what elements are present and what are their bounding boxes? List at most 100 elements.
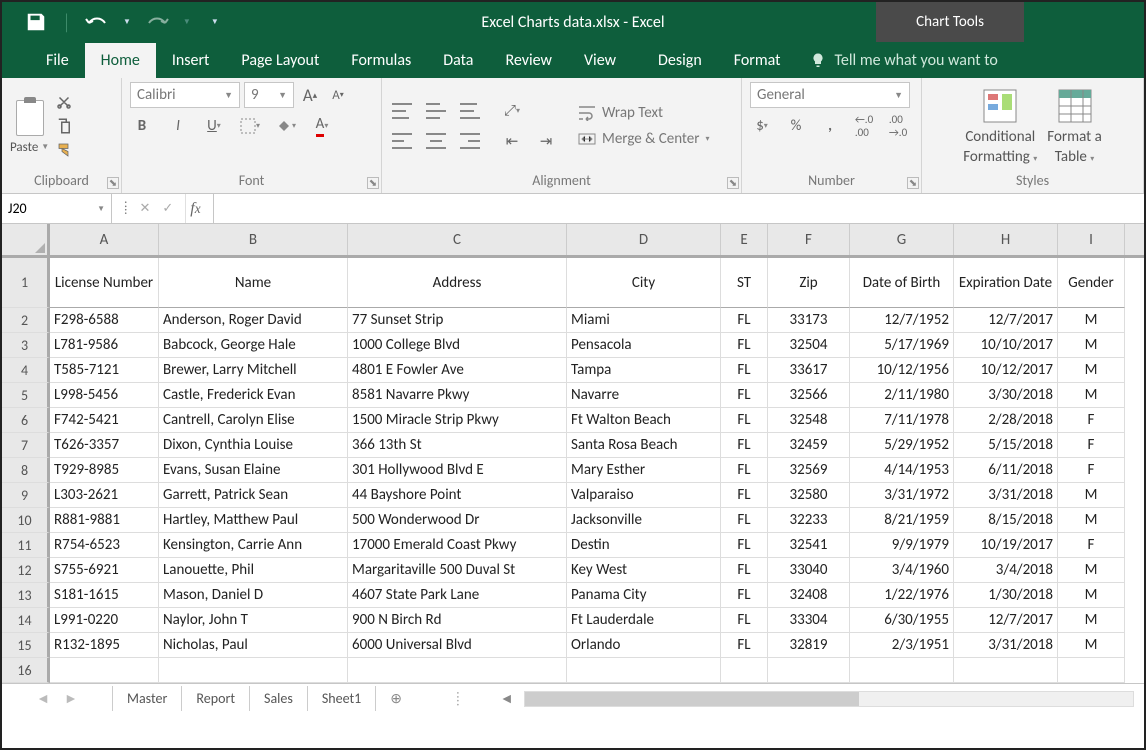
row-header[interactable]: 5	[2, 383, 50, 408]
cell[interactable]	[768, 658, 850, 683]
decrease-decimal-icon[interactable]: .00→.0	[886, 114, 910, 138]
cell[interactable]: L781-9586	[50, 333, 159, 358]
cell[interactable]: 32580	[768, 483, 850, 508]
number-dialog-launcher[interactable]: ⬊	[907, 177, 919, 189]
cell[interactable]: M	[1058, 483, 1125, 508]
hscroll-left-icon[interactable]: ◄	[500, 690, 514, 707]
header-cell[interactable]: Expiration Date	[954, 258, 1058, 308]
cell[interactable]: 10/10/2017	[954, 333, 1058, 358]
sheet-tab-master[interactable]: Master	[112, 686, 182, 711]
cell[interactable]: 900 N Birch Rd	[348, 608, 567, 633]
cell[interactable]: M	[1058, 508, 1125, 533]
cell[interactable]: 6/30/1955	[850, 608, 954, 633]
cancel-formula-icon[interactable]: ✕	[139, 201, 150, 216]
cell[interactable]: 3/4/1960	[850, 558, 954, 583]
cell[interactable]: Evans, Susan Elaine	[159, 458, 348, 483]
cell[interactable]: FL	[721, 483, 768, 508]
column-header-F[interactable]: F	[768, 224, 850, 255]
cell[interactable]: 77 Sunset Strip	[348, 308, 567, 333]
sheet-nav-next-icon[interactable]: ►	[64, 690, 78, 707]
cell[interactable]: Babcock, George Hale	[159, 333, 348, 358]
cell[interactable]: Pensacola	[567, 333, 721, 358]
cell[interactable]: Jacksonville	[567, 508, 721, 533]
row-header[interactable]: 1	[2, 258, 50, 308]
cell[interactable]: 32541	[768, 533, 850, 558]
increase-indent-icon[interactable]: ⇥	[534, 129, 558, 153]
cell[interactable]: S181-1615	[50, 583, 159, 608]
cell[interactable]: 1/30/2018	[954, 583, 1058, 608]
cell[interactable]: Hartley, Matthew Paul	[159, 508, 348, 533]
cell[interactable]: Dixon, Cynthia Louise	[159, 433, 348, 458]
cell[interactable]: Ft Lauderdale	[567, 608, 721, 633]
cell[interactable]: Kensington, Carrie Ann	[159, 533, 348, 558]
column-header-I[interactable]: I	[1058, 224, 1125, 255]
cell[interactable]: Mason, Daniel D	[159, 583, 348, 608]
cell[interactable]: FL	[721, 608, 768, 633]
row-header[interactable]: 8	[2, 458, 50, 483]
row-header[interactable]: 2	[2, 308, 50, 333]
cell[interactable]: 32233	[768, 508, 850, 533]
align-left-icon[interactable]	[390, 129, 414, 153]
cell[interactable]: FL	[721, 458, 768, 483]
sheet-tab-sales[interactable]: Sales	[250, 686, 308, 711]
cell[interactable]: Garrett, Patrick Sean	[159, 483, 348, 508]
decrease-indent-icon[interactable]: ⇤	[500, 129, 524, 153]
cell[interactable]: Valparaiso	[567, 483, 721, 508]
cell[interactable]: T626-3357	[50, 433, 159, 458]
cell[interactable]: F	[1058, 533, 1125, 558]
column-header-E[interactable]: E	[721, 224, 768, 255]
tab-design[interactable]: Design	[642, 43, 718, 78]
cell[interactable]: Brewer, Larry Mitchell	[159, 358, 348, 383]
paste-button[interactable]: Paste▼	[10, 98, 49, 155]
cell[interactable]: F298-6588	[50, 308, 159, 333]
row-header[interactable]: 14	[2, 608, 50, 633]
cell[interactable]: 8581 Navarre Pkwy	[348, 383, 567, 408]
row-header[interactable]: 4	[2, 358, 50, 383]
sheet-tab-sheet1[interactable]: Sheet1	[308, 686, 376, 711]
row-header[interactable]: 3	[2, 333, 50, 358]
cell[interactable]: 1000 College Blvd	[348, 333, 567, 358]
cell[interactable]: L303-2621	[50, 483, 159, 508]
format-painter-icon[interactable]	[55, 141, 75, 159]
cell[interactable]: M	[1058, 558, 1125, 583]
cell[interactable]: F742-5421	[50, 408, 159, 433]
cell[interactable]: FL	[721, 308, 768, 333]
row-header[interactable]: 16	[2, 658, 50, 683]
cell[interactable]: 7/11/1978	[850, 408, 954, 433]
cell[interactable]: 3/4/2018	[954, 558, 1058, 583]
cell[interactable]: 32548	[768, 408, 850, 433]
header-cell[interactable]: City	[567, 258, 721, 308]
cell[interactable]: M	[1058, 333, 1125, 358]
tab-file[interactable]: File	[30, 43, 85, 78]
select-all-corner[interactable]	[2, 224, 50, 255]
cell[interactable]: Cantrell, Carolyn Elise	[159, 408, 348, 433]
cell[interactable]: 5/29/1952	[850, 433, 954, 458]
cell[interactable]: Nicholas, Paul	[159, 633, 348, 658]
align-middle-icon[interactable]	[424, 99, 448, 123]
tab-data[interactable]: Data	[427, 43, 489, 78]
cell[interactable]: M	[1058, 383, 1125, 408]
cut-icon[interactable]	[55, 93, 75, 111]
cell[interactable]: FL	[721, 583, 768, 608]
cell[interactable]	[721, 658, 768, 683]
cell[interactable]: 5/17/1969	[850, 333, 954, 358]
cell[interactable]: Ft Walton Beach	[567, 408, 721, 433]
cell[interactable]: L998-5456	[50, 383, 159, 408]
cell[interactable]: Mary Esther	[567, 458, 721, 483]
cell[interactable]: FL	[721, 508, 768, 533]
enter-formula-icon[interactable]: ✓	[162, 201, 173, 216]
cell[interactable]	[850, 658, 954, 683]
cell[interactable]	[567, 658, 721, 683]
redo-dropdown-icon[interactable]: ▼	[183, 17, 191, 27]
header-cell[interactable]: Date of Birth	[850, 258, 954, 308]
cell[interactable]: 32569	[768, 458, 850, 483]
font-dialog-launcher[interactable]: ⬊	[367, 177, 379, 189]
header-cell[interactable]: ST	[721, 258, 768, 308]
alignment-dialog-launcher[interactable]: ⬊	[727, 177, 739, 189]
align-right-icon[interactable]	[458, 129, 482, 153]
row-header[interactable]: 10	[2, 508, 50, 533]
tab-format[interactable]: Format	[718, 43, 797, 78]
header-cell[interactable]: Zip	[768, 258, 850, 308]
tab-insert[interactable]: Insert	[156, 43, 226, 78]
cell[interactable]: 32504	[768, 333, 850, 358]
